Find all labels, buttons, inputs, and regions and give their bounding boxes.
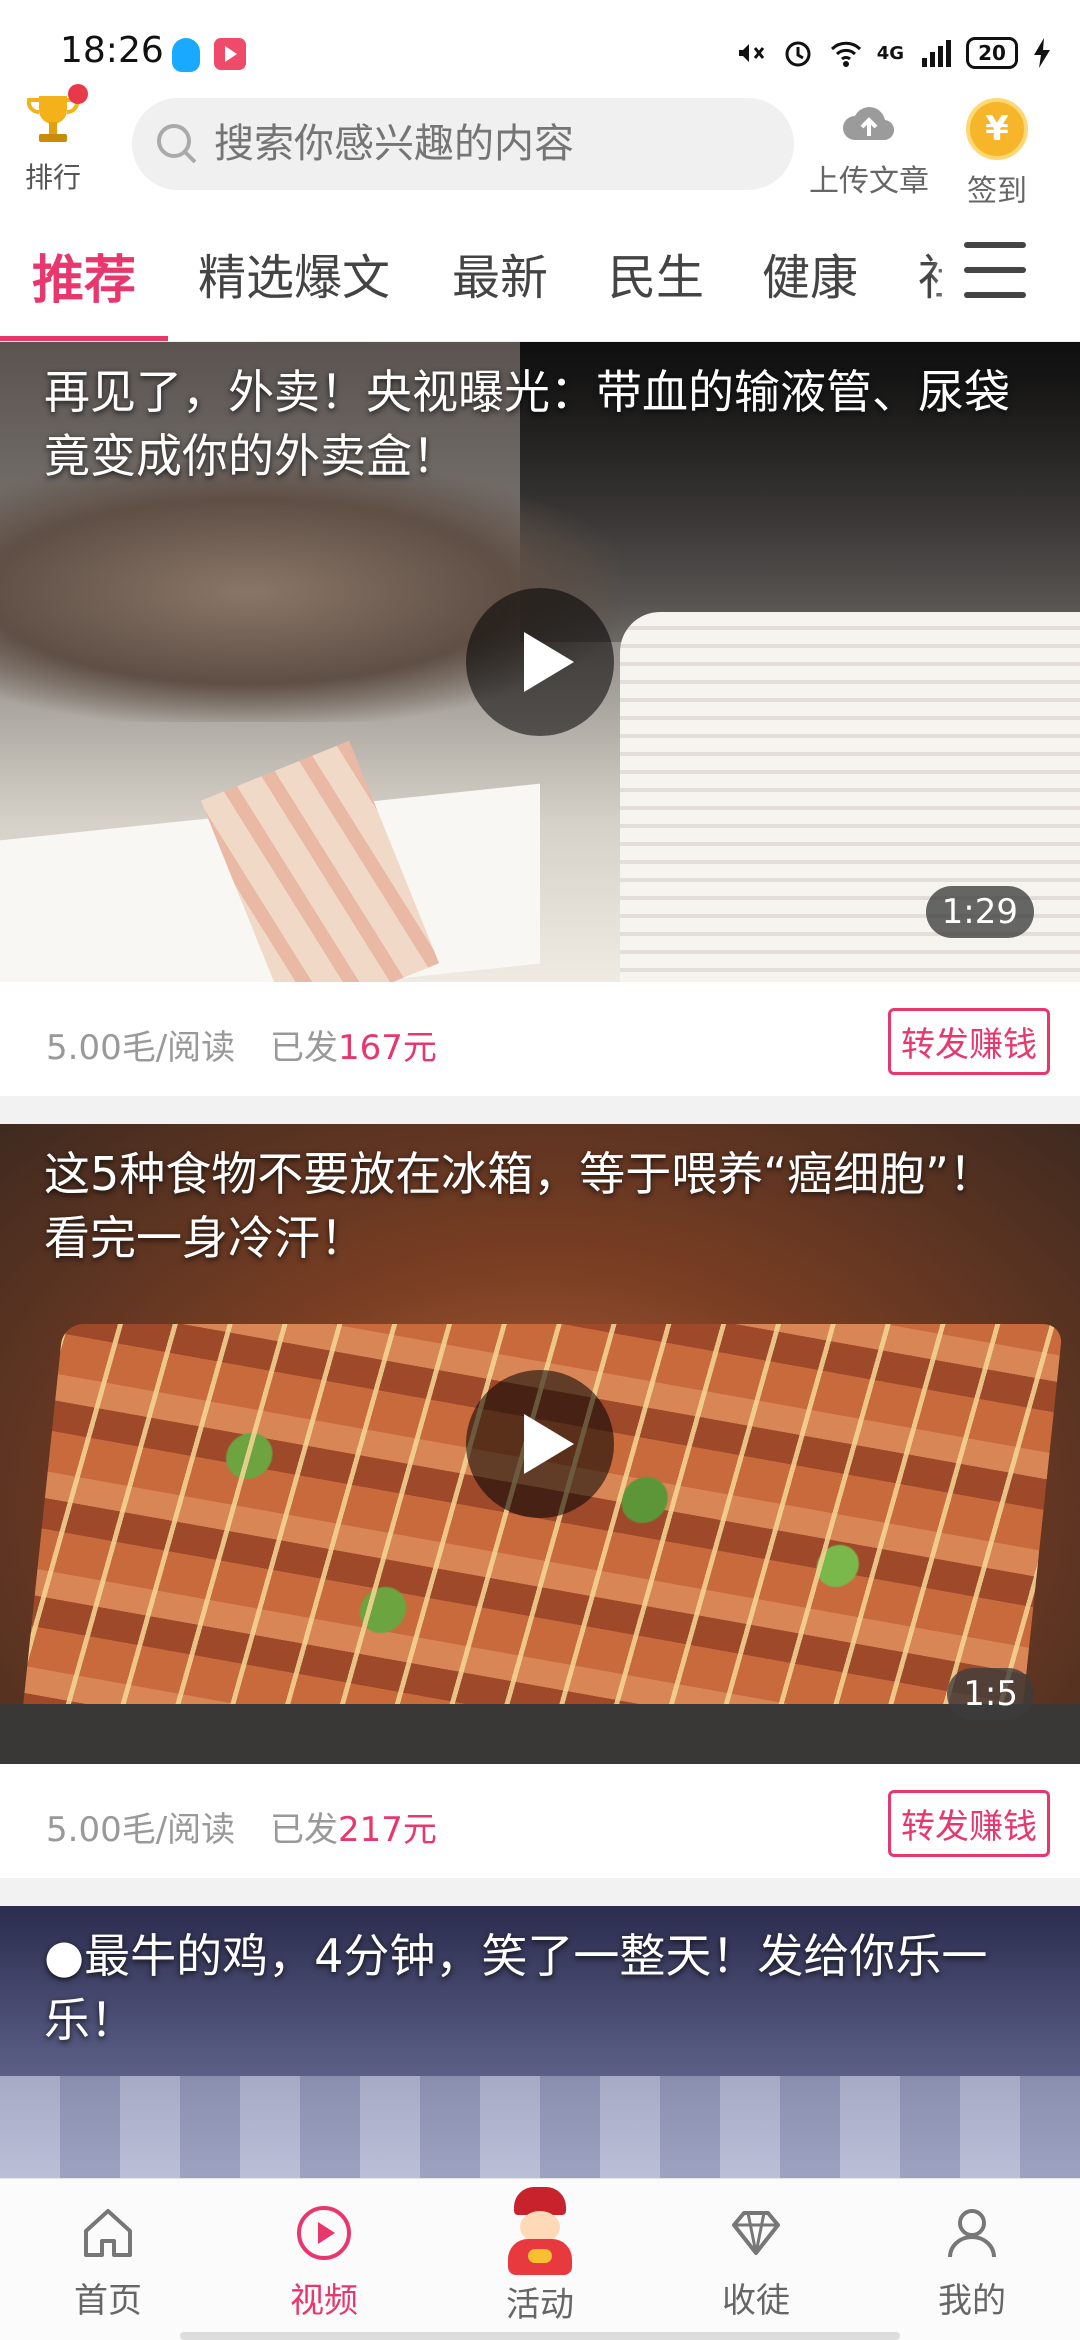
video-card[interactable]: 再见了，外卖！央视曝光：带血的输液管、尿袋竟变成你的外卖盒！ 1:29 5.00… xyxy=(0,342,1080,1096)
status-bar: 18:26 4G 20 xyxy=(0,0,1080,92)
mute-icon xyxy=(738,44,764,62)
network-type: 4G xyxy=(876,42,904,64)
nav-video-label: 视频 xyxy=(290,2281,358,2321)
search-input[interactable] xyxy=(214,121,754,167)
search-icon xyxy=(157,124,197,164)
video-thumbnail[interactable]: ●最牛的鸡，4分钟，笑了一整天！发给你乐一乐！ xyxy=(0,1906,1080,2178)
signin-button[interactable]: ¥ 签到 xyxy=(952,98,1042,210)
paid-value: 167元 xyxy=(338,1028,437,1068)
paid-prefix: 已发 xyxy=(270,1028,338,1068)
fortune-god-icon xyxy=(498,2187,582,2277)
nav-home[interactable]: 首页 xyxy=(0,2179,216,2340)
search-bar[interactable] xyxy=(132,98,794,190)
reading-price: 5.00毛/阅读 xyxy=(46,1028,236,1068)
upload-article-button[interactable]: 上传文章 xyxy=(804,98,934,200)
system-icons: 4G 20 xyxy=(733,36,1052,70)
top-header: 排行 上传文章 ¥ 签到 xyxy=(0,84,1080,209)
share-earn-button[interactable]: 转发赚钱 xyxy=(888,1790,1050,1857)
charging-icon xyxy=(1034,38,1050,68)
tab-recommend[interactable]: 推荐 xyxy=(32,238,136,313)
reading-price: 5.00毛/阅读 xyxy=(46,1810,236,1850)
share-earn-button[interactable]: 转发赚钱 xyxy=(888,1008,1050,1075)
video-play-icon xyxy=(297,2206,351,2260)
menu-icon[interactable] xyxy=(964,242,1026,298)
home-icon xyxy=(84,2209,132,2257)
qq-icon xyxy=(172,38,200,72)
video-thumbnail[interactable]: 这5种食物不要放在冰箱，等于喂养“癌细胞”！看完一身冷汗！ 1:5 xyxy=(0,1124,1080,1764)
video-card[interactable]: 这5种食物不要放在冰箱，等于喂养“癌细胞”！看完一身冷汗！ 1:5 5.00毛/… xyxy=(0,1124,1080,1878)
paid-amount: 已发167元 xyxy=(270,1020,437,1069)
wifi-icon xyxy=(830,41,861,67)
nav-video[interactable]: 视频 xyxy=(216,2179,432,2340)
nav-activity[interactable]: 活动 xyxy=(432,2179,648,2340)
battery-icon: 20 xyxy=(966,37,1018,69)
video-title: 再见了，外卖！央视曝光：带血的输液管、尿袋竟变成你的外卖盒！ xyxy=(44,365,1010,483)
tab-health[interactable]: 健康 xyxy=(762,238,858,308)
coin-icon: ¥ xyxy=(966,98,1028,160)
home-indicator[interactable] xyxy=(180,2332,900,2340)
nav-profile-label: 我的 xyxy=(938,2281,1006,2321)
video-thumbnail[interactable]: 再见了，外卖！央视曝光：带血的输液管、尿袋竟变成你的外卖盒！ 1:29 xyxy=(0,342,1080,982)
paid-value: 217元 xyxy=(338,1810,437,1850)
nav-profile[interactable]: 我的 xyxy=(864,2179,1080,2340)
nav-apprentice-label: 收徒 xyxy=(722,2281,790,2321)
play-icon[interactable] xyxy=(466,1370,614,1518)
signin-label: 签到 xyxy=(967,174,1027,209)
video-meta: 5.00毛/阅读 已发167元 转发赚钱 xyxy=(0,982,1080,1096)
tab-featured[interactable]: 精选爆文 xyxy=(198,238,390,308)
profile-icon xyxy=(948,2209,996,2258)
tab-livelihood[interactable]: 民生 xyxy=(608,238,704,308)
app-icon xyxy=(214,38,246,70)
cloud-upload-icon xyxy=(843,107,895,141)
signal-icon xyxy=(922,40,951,67)
nav-apprentice[interactable]: 收徒 xyxy=(648,2179,864,2340)
paid-prefix: 已发 xyxy=(270,1810,338,1850)
tab-latest[interactable]: 最新 xyxy=(452,238,548,308)
nav-activity-label: 活动 xyxy=(506,2285,574,2325)
rank-label: 排行 xyxy=(24,161,81,194)
video-duration: 1:29 xyxy=(925,886,1034,938)
video-duration: 1:5 xyxy=(947,1668,1034,1720)
play-icon[interactable] xyxy=(466,588,614,736)
category-tabs: 推荐 精选爆文 最新 民生 健康 社 xyxy=(0,220,1080,342)
paid-amount: 已发217元 xyxy=(270,1802,437,1851)
alarm-icon xyxy=(785,41,811,67)
bottom-navigation: 首页 视频 活动 收徒 我的 xyxy=(0,2178,1080,2340)
diamond-icon xyxy=(732,2211,780,2255)
notification-dot xyxy=(68,84,88,104)
upload-label: 上传文章 xyxy=(809,164,929,199)
video-title: ●最牛的鸡，4分钟，笑了一整天！发给你乐一乐！ xyxy=(44,1929,988,2047)
status-time: 18:26 xyxy=(60,30,164,71)
video-meta: 5.00毛/阅读 已发217元 转发赚钱 xyxy=(0,1764,1080,1878)
rank-button[interactable]: 排行 xyxy=(18,84,88,202)
video-card[interactable]: ●最牛的鸡，4分钟，笑了一整天！发给你乐一乐！ xyxy=(0,1906,1080,2178)
video-title: 这5种食物不要放在冰箱，等于喂养“癌细胞”！看完一身冷汗！ xyxy=(44,1147,995,1265)
nav-home-label: 首页 xyxy=(74,2281,142,2321)
video-feed: 再见了，外卖！央视曝光：带血的输液管、尿袋竟变成你的外卖盒！ 1:29 5.00… xyxy=(0,342,1080,2178)
